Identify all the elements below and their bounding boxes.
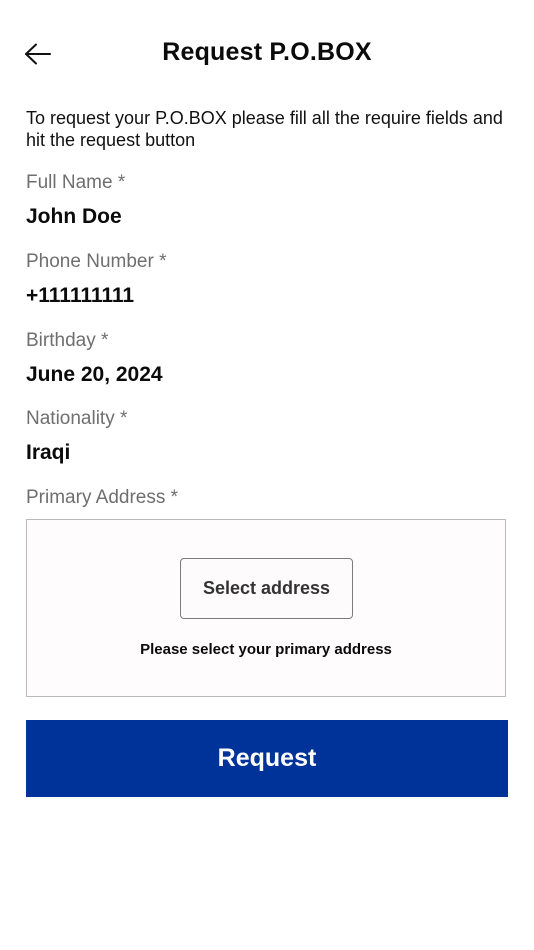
nationality-value: Iraqi xyxy=(26,441,71,464)
address-hint: Please select your primary address xyxy=(140,641,392,658)
intro-text: To request your P.O.BOX please fill all … xyxy=(26,108,503,150)
birthday-value: June 20, 2024 xyxy=(26,363,163,386)
phone-number-value: +111111111 xyxy=(26,284,135,307)
full-name-label: Full Name * xyxy=(26,172,126,193)
birthday-label: Birthday * xyxy=(26,330,109,351)
select-address-button[interactable]: Select address xyxy=(180,558,353,619)
nationality-label: Nationality * xyxy=(26,408,128,429)
primary-address-box: Select address Please select your primar… xyxy=(26,519,506,697)
request-button[interactable]: Request xyxy=(26,720,508,797)
page-title: Request P.O.BOX xyxy=(162,38,372,66)
phone-number-label: Phone Number * xyxy=(26,251,167,272)
full-name-value: John Doe xyxy=(26,205,122,228)
primary-address-label: Primary Address * xyxy=(26,487,179,508)
app-header: Request P.O.BOX xyxy=(0,22,534,84)
